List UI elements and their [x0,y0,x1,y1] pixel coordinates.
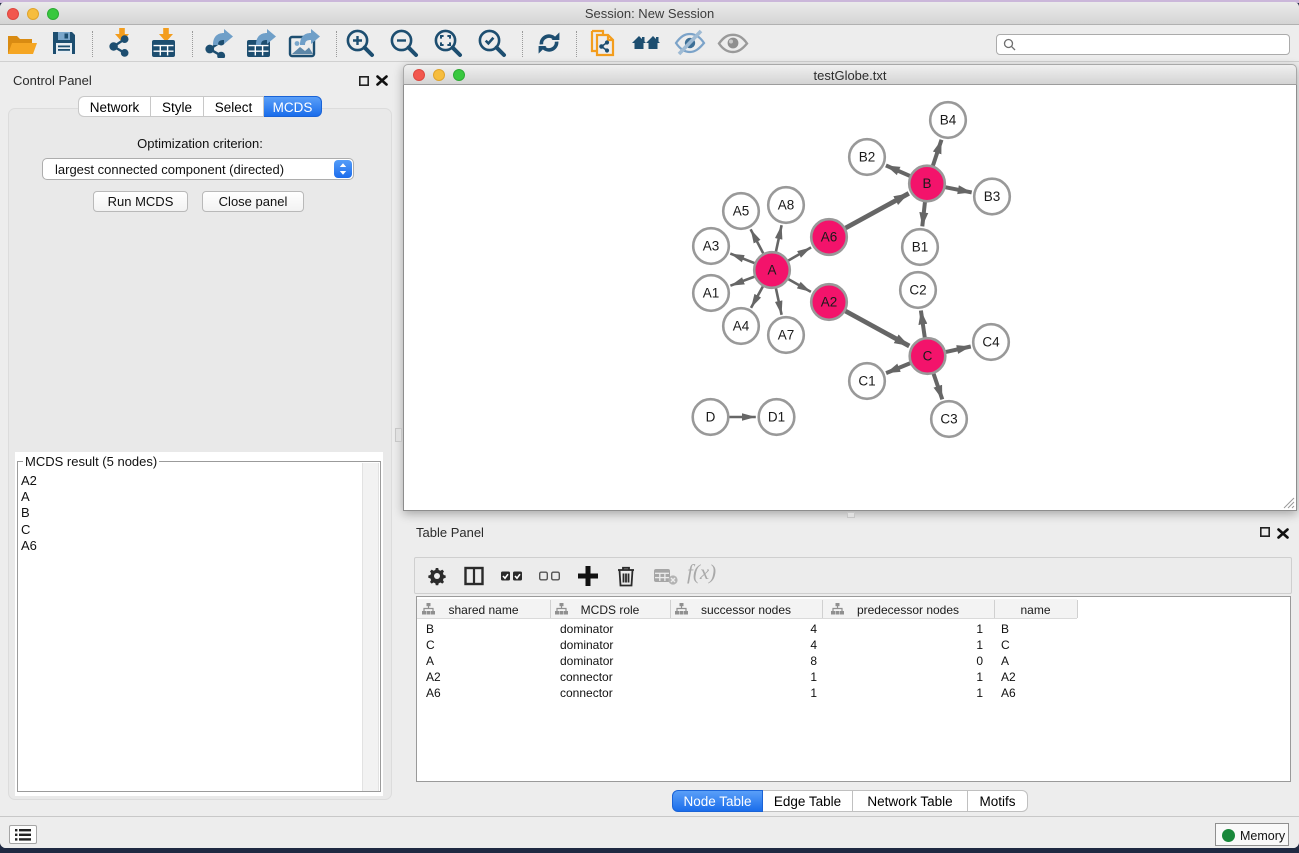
svg-text:C3: C3 [940,412,957,427]
svg-text:C4: C4 [982,335,1000,350]
svg-text:A1: A1 [703,286,720,301]
svg-text:D1: D1 [768,410,785,425]
svg-text:B4: B4 [940,113,957,128]
svg-text:B: B [922,176,931,191]
svg-text:A2: A2 [821,295,838,310]
svg-text:A6: A6 [821,230,838,245]
svg-text:B2: B2 [859,150,876,165]
svg-text:A: A [767,263,776,278]
svg-text:A8: A8 [778,198,795,213]
svg-text:C1: C1 [858,374,875,389]
svg-text:B1: B1 [912,240,929,255]
svg-text:D: D [706,410,716,425]
svg-text:A3: A3 [703,239,720,254]
svg-text:A4: A4 [733,319,750,334]
svg-text:C2: C2 [909,283,926,298]
svg-text:C: C [923,349,933,364]
svg-text:A5: A5 [733,204,750,219]
svg-text:A7: A7 [778,328,795,343]
svg-text:B3: B3 [984,189,1001,204]
